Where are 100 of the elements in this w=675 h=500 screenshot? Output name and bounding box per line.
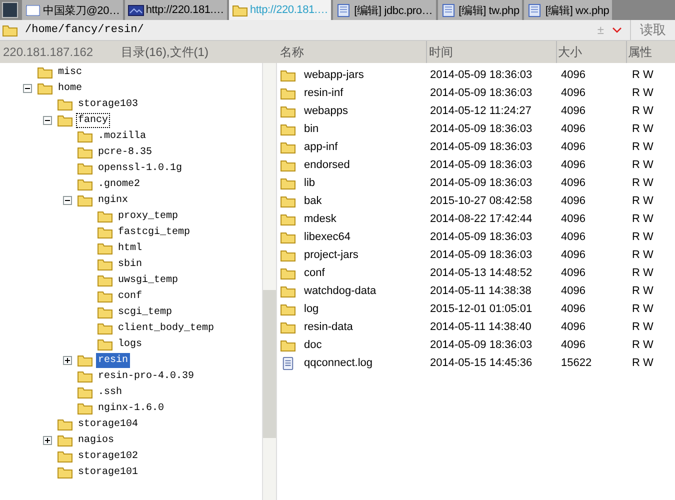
folder-icon — [280, 158, 296, 172]
tree-item[interactable]: storage102 — [76, 448, 140, 464]
column-header[interactable]: 大小 — [556, 41, 626, 63]
tree-item[interactable]: storage104 — [76, 416, 140, 432]
file-name[interactable]: project-jars — [304, 249, 358, 261]
tab[interactable]: http://220.181.… — [124, 0, 227, 20]
tree-item[interactable]: home — [56, 80, 84, 96]
tree-item[interactable]: fancy — [76, 112, 110, 128]
tree-item[interactable]: scgi_temp — [116, 304, 174, 320]
file-name[interactable]: log — [304, 303, 319, 315]
folder-icon — [280, 248, 296, 262]
file-size: 4096 — [560, 141, 586, 153]
modified-time: 2014-05-09 18:36:03 — [429, 87, 534, 99]
tree-item[interactable]: pcre-8.35 — [96, 144, 154, 160]
folder-icon — [280, 86, 296, 100]
tree-item[interactable]: nagios — [76, 432, 116, 448]
tree-item[interactable]: conf — [116, 288, 144, 304]
file-name[interactable]: bak — [304, 195, 322, 207]
tree-item[interactable]: client_body_temp — [116, 320, 216, 336]
tree-item[interactable]: html — [116, 240, 144, 256]
dropdown-icon[interactable] — [612, 27, 622, 33]
folder-icon — [77, 370, 93, 382]
tree-item[interactable]: misc — [56, 64, 84, 80]
tree-item[interactable]: resin-pro-4.0.39 — [96, 368, 196, 384]
tree-item[interactable]: .mozilla — [96, 128, 148, 144]
column-header[interactable]: 属性 — [626, 41, 675, 63]
modified-time: 2014-05-09 18:36:03 — [429, 177, 534, 189]
file-size: 15622 — [560, 357, 593, 369]
path-field[interactable]: /home/fancy/resin/ ± — [0, 20, 631, 40]
file-name[interactable]: doc — [304, 339, 322, 351]
tree-item[interactable]: uwsgi_temp — [116, 272, 180, 288]
folder-icon — [37, 66, 53, 78]
tree-item[interactable]: logs — [116, 336, 144, 352]
collapse-icon[interactable] — [63, 196, 72, 204]
file-size: 4096 — [560, 213, 586, 225]
file-name[interactable]: qqconnect.log — [304, 357, 372, 369]
collapse-icon[interactable] — [23, 84, 32, 92]
file-name[interactable]: conf — [304, 267, 325, 279]
folder-icon — [280, 104, 296, 118]
file-name[interactable]: resin-data — [304, 321, 353, 333]
file-name[interactable]: webapp-jars — [304, 69, 364, 81]
file-name[interactable]: bin — [304, 123, 319, 135]
collapse-icon[interactable] — [43, 116, 52, 124]
folder-icon — [97, 338, 113, 350]
file-size: 4096 — [560, 69, 586, 81]
expand-icon[interactable] — [43, 436, 52, 444]
file-name[interactable]: watchdog-data — [304, 285, 376, 297]
scrollbar-thumb[interactable] — [263, 290, 276, 438]
file-name[interactable]: libexec64 — [304, 231, 350, 243]
tab[interactable]: [编辑] tw.php — [438, 0, 522, 20]
folder-icon — [57, 98, 73, 110]
text-file-icon — [280, 356, 296, 370]
tree-item[interactable]: storage101 — [76, 464, 140, 480]
file-size: 4096 — [560, 123, 586, 135]
column-header[interactable]: 时间 — [426, 41, 556, 63]
folder-icon — [280, 266, 296, 280]
file-name[interactable]: resin-inf — [304, 87, 344, 99]
file-name[interactable]: webapps — [304, 105, 348, 117]
file-name[interactable]: mdesk — [304, 213, 336, 225]
tree-item[interactable]: openssl-1.0.1g — [96, 160, 184, 176]
column-header[interactable]: 名称 — [277, 41, 426, 63]
tree-item[interactable]: proxy_temp — [116, 208, 180, 224]
scrollbar[interactable] — [262, 63, 277, 500]
folder-icon — [280, 212, 296, 226]
tree-item[interactable]: nginx-1.6.0 — [96, 400, 166, 416]
tree-item[interactable]: sbin — [116, 256, 144, 272]
modified-time: 2014-05-12 11:24:27 — [429, 105, 532, 117]
tab[interactable]: 中国菜刀@20… — [22, 0, 123, 20]
modified-time: 2014-05-09 18:36:03 — [429, 141, 534, 153]
tree-item[interactable]: fastcgi_temp — [116, 224, 192, 240]
folder-icon — [280, 194, 296, 208]
item-count: 目录(16),文件(1) — [121, 44, 208, 60]
tab[interactable]: [编辑] jdbc.pro… — [333, 0, 436, 20]
file-attributes: R W — [631, 339, 654, 351]
folder-icon — [280, 176, 296, 190]
folder-icon — [97, 226, 113, 238]
document-icon — [440, 4, 457, 16]
folder-icon — [280, 284, 296, 298]
tab[interactable]: [编辑] wx.php — [524, 0, 612, 20]
tree-item[interactable]: .ssh — [96, 384, 124, 400]
modified-time: 2015-12-01 01:05:01 — [429, 303, 534, 315]
tree-item[interactable]: storage103 — [76, 96, 140, 112]
file-attributes: R W — [631, 267, 654, 279]
tree-item[interactable]: nginx — [96, 192, 130, 208]
file-name[interactable]: lib — [304, 177, 316, 189]
folder-icon — [77, 386, 93, 398]
tree-item[interactable]: .gnome2 — [96, 176, 142, 192]
document-icon — [527, 4, 544, 16]
tree-item[interactable]: resin — [96, 352, 130, 368]
file-attributes: R W — [631, 195, 654, 207]
file-attributes: R W — [631, 249, 654, 261]
expand-icon[interactable] — [63, 356, 72, 364]
window-icon[interactable] — [2, 2, 18, 18]
file-attributes: R W — [631, 69, 654, 81]
file-name[interactable]: endorsed — [304, 159, 350, 171]
file-size: 4096 — [560, 177, 586, 189]
modified-time: 2014-05-11 14:38:40 — [429, 321, 532, 333]
folder-icon — [77, 194, 93, 206]
file-name[interactable]: app-inf — [304, 141, 338, 153]
file-size: 4096 — [560, 105, 586, 117]
